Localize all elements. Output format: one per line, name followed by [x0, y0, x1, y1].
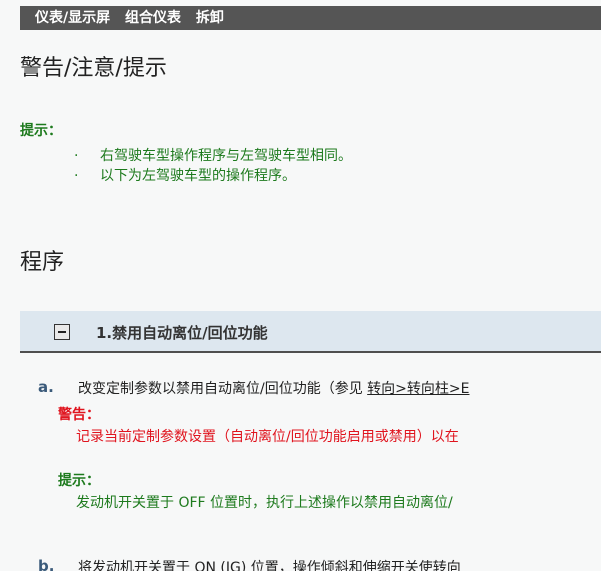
page: 仪表/显示屏 组合仪表 拆卸 警告/注意/提示 提示： 右驾驶车型操作程序与左驾…	[0, 0, 601, 571]
step-a: a. 改变定制参数以禁用自动离位/回位功能（参见 转向>转向柱>E	[20, 378, 601, 402]
reference-link[interactable]: 转向>转向柱>E	[367, 381, 469, 397]
warning-label: 警告：	[58, 407, 100, 423]
step-text: 改变定制参数以禁用自动离位/回位功能（参见 转向>转向柱>E	[78, 378, 469, 398]
breadcrumb-item-3[interactable]: 拆卸	[196, 10, 224, 26]
step-b: b. 将发动机开关置于 ON (IG) 位置，操作倾斜和伸缩开关使转向	[20, 557, 601, 571]
hint-item: 右驾驶车型操作程序与左驾驶车型相同。	[20, 146, 601, 166]
breadcrumb-item-1[interactable]: 仪表/显示屏	[35, 10, 110, 26]
section-title: 1.禁用自动离位/回位功能	[96, 324, 268, 342]
note-text: 发动机开关置于 OFF 位置时，执行上述操作以禁用自动离位/	[76, 495, 453, 511]
collapse-icon[interactable]	[54, 324, 70, 340]
step-letter: a.	[38, 378, 54, 396]
breadcrumb: 仪表/显示屏 组合仪表 拆卸	[20, 6, 601, 30]
note-label: 提示：	[58, 473, 100, 489]
warning-text: 记录当前定制参数设置（自动离位/回位功能启用或禁用）以在	[76, 429, 459, 445]
hint-item: 以下为左驾驶车型的操作程序。	[20, 166, 601, 186]
step-a-text: 改变定制参数以禁用自动离位/回位功能（参见	[78, 381, 368, 397]
hint-list: 右驾驶车型操作程序与左驾驶车型相同。 以下为左驾驶车型的操作程序。	[20, 146, 601, 186]
step-letter: b.	[38, 557, 55, 571]
step-b-text: 将发动机开关置于 ON (IG) 位置，操作倾斜和伸缩开关使转向	[78, 560, 461, 571]
hint-label: 提示：	[20, 123, 62, 139]
section-header[interactable]: 1.禁用自动离位/回位功能	[20, 311, 601, 353]
procedure-heading: 程序	[20, 250, 65, 275]
warning-heading: 警告/注意/提示	[20, 56, 167, 81]
breadcrumb-item-2[interactable]: 组合仪表	[125, 10, 181, 26]
hint-block: 提示： 右驾驶车型操作程序与左驾驶车型相同。 以下为左驾驶车型的操作程序。	[20, 120, 601, 186]
